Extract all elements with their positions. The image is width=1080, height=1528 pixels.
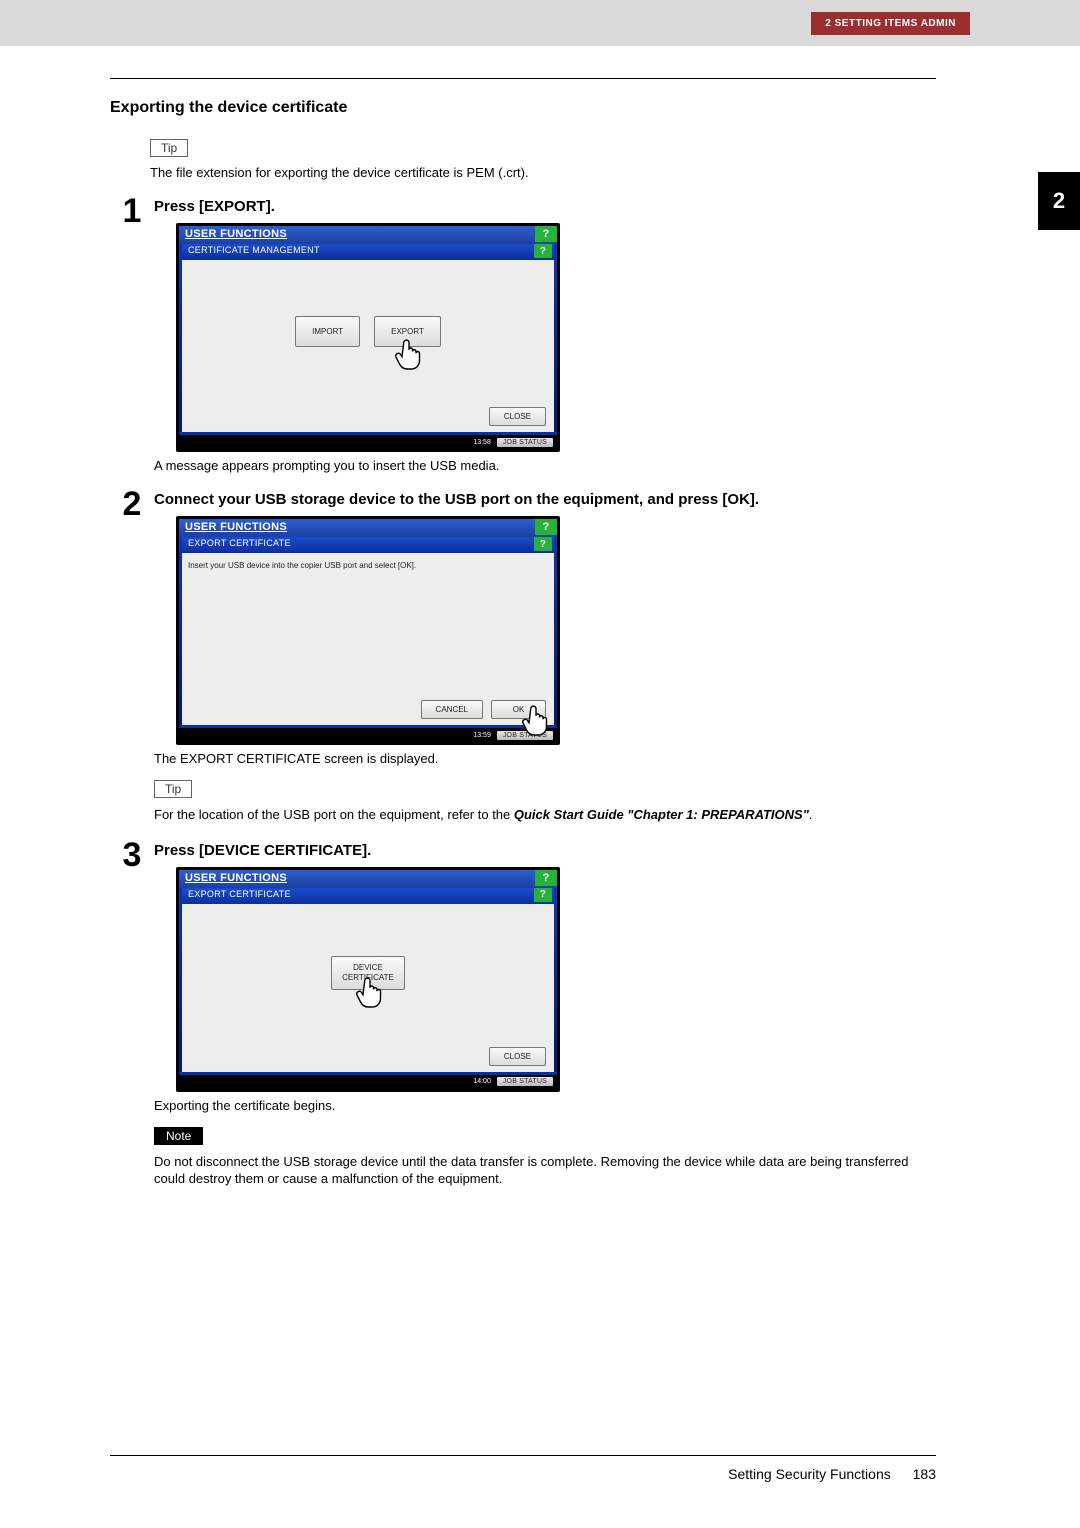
help-icon[interactable]: ? [534, 244, 552, 258]
panel2-subtitle-text: EXPORT CERTIFICATE [188, 538, 291, 548]
panel1-subtitle: CERTIFICATE MANAGEMENT ? [182, 244, 554, 260]
touch-hand-icon [356, 977, 384, 1009]
chapter-tag: 2 SETTING ITEMS ADMIN [811, 12, 970, 35]
help-icon[interactable]: ? [535, 870, 557, 886]
step-number-1: 1 [110, 194, 154, 228]
step-number-2: 2 [110, 487, 154, 521]
panel2-message: Insert your USB device into the copier U… [182, 553, 554, 574]
step3-after: Exporting the certificate begins. [154, 1098, 936, 1113]
ok-button-label: OK [513, 705, 525, 714]
note-text: Do not disconnect the USB storage device… [154, 1153, 936, 1188]
panel1-title-text: USER FUNCTIONS [185, 228, 287, 240]
step1-after: A message appears prompting you to inser… [154, 458, 936, 473]
step2-tip-text: For the location of the USB port on the … [154, 806, 936, 824]
page-footer: Setting Security Functions 183 [110, 1455, 936, 1482]
panel1-title: USER FUNCTIONS ? [179, 226, 557, 244]
step3-title: Press [DEVICE CERTIFICATE]. [154, 842, 936, 859]
device-screenshot-1: USER FUNCTIONS ? CERTIFICATE MANAGEMENT … [176, 223, 560, 452]
help-icon[interactable]: ? [535, 519, 557, 535]
section-title: Exporting the device certificate [110, 99, 936, 117]
panel1-subtitle-text: CERTIFICATE MANAGEMENT [188, 245, 320, 255]
tip-text-before: For the location of the USB port on the … [154, 807, 514, 822]
step1-title: Press [EXPORT]. [154, 198, 936, 215]
job-status-button[interactable]: JOB STATUS [497, 438, 553, 447]
tip-text: The file extension for exporting the dev… [150, 165, 936, 180]
help-icon[interactable]: ? [535, 226, 557, 242]
help-icon[interactable]: ? [534, 888, 552, 902]
job-status-button[interactable]: JOB STATUS [497, 1077, 553, 1086]
footer-section: Setting Security Functions [728, 1466, 891, 1482]
panel3-subtitle: EXPORT CERTIFICATE ? [182, 888, 554, 904]
cancel-button[interactable]: CANCEL [421, 700, 483, 719]
panel2-time: 13:59 [473, 732, 491, 739]
step2-title: Connect your USB storage device to the U… [154, 491, 936, 508]
device-certificate-button[interactable]: DEVICE CERTIFICATE [331, 956, 405, 989]
device-cert-label-1: DEVICE [353, 963, 383, 972]
panel2-title: USER FUNCTIONS ? [179, 519, 557, 537]
panel2-subtitle: EXPORT CERTIFICATE ? [182, 537, 554, 553]
panel3-title-text: USER FUNCTIONS [185, 872, 287, 884]
panel3-subtitle-text: EXPORT CERTIFICATE [188, 889, 291, 899]
help-icon[interactable]: ? [534, 537, 552, 551]
panel2-title-text: USER FUNCTIONS [185, 521, 287, 533]
note-label: Note [154, 1127, 203, 1145]
step-number-3: 3 [110, 838, 154, 872]
export-button-label: EXPORT [391, 327, 424, 336]
job-status-button[interactable]: JOB STATUS [497, 731, 553, 740]
thumb-tab: 2 [1038, 172, 1080, 230]
device-screenshot-2: USER FUNCTIONS ? EXPORT CERTIFICATE ? In… [176, 516, 560, 745]
rule-top [110, 78, 936, 79]
device-cert-label-2: CERTIFICATE [342, 973, 394, 982]
panel3-time: 14:00 [473, 1078, 491, 1085]
step2-after: The EXPORT CERTIFICATE screen is display… [154, 751, 936, 766]
device-screenshot-3: USER FUNCTIONS ? EXPORT CERTIFICATE ? [176, 867, 560, 1092]
export-button[interactable]: EXPORT [374, 316, 441, 347]
ok-button[interactable]: OK [491, 700, 546, 719]
close-button[interactable]: CLOSE [489, 407, 546, 426]
touch-hand-icon [395, 339, 423, 371]
import-button[interactable]: IMPORT [295, 316, 360, 347]
tip-label: Tip [154, 780, 192, 798]
tip-text-after: . [809, 807, 813, 822]
tip-reference: Quick Start Guide "Chapter 1: PREPARATIO… [514, 807, 809, 822]
panel3-title: USER FUNCTIONS ? [179, 870, 557, 888]
panel1-time: 13:58 [473, 439, 491, 446]
page-number: 183 [913, 1466, 936, 1482]
close-button[interactable]: CLOSE [489, 1047, 546, 1066]
tip-label: Tip [150, 139, 188, 157]
